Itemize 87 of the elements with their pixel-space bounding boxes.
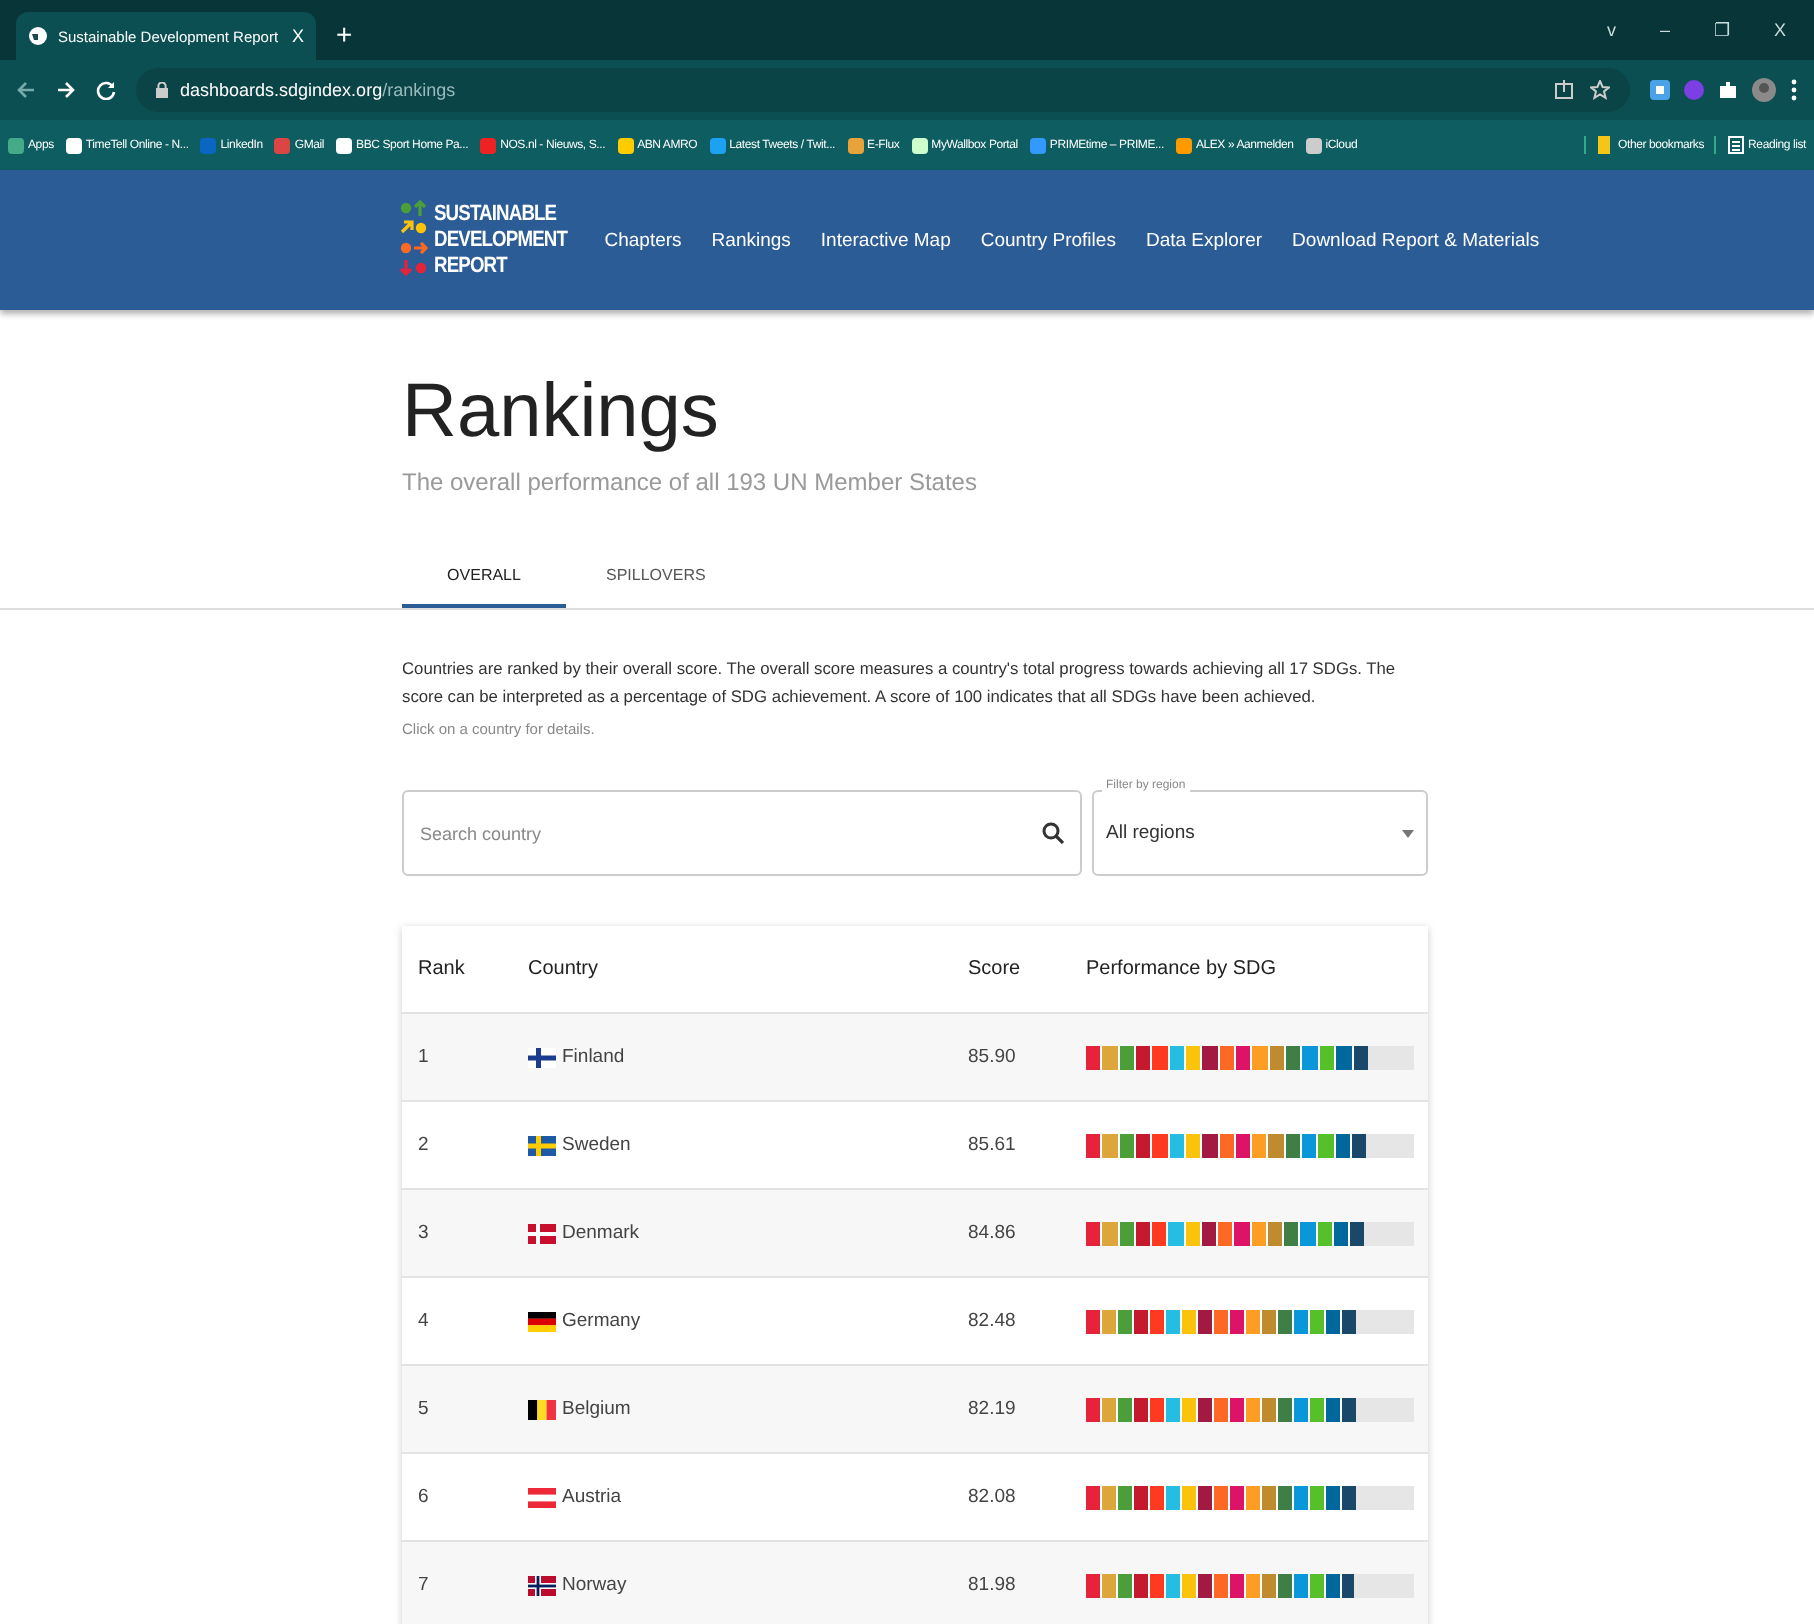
- score-cell-text: 82.19: [968, 1398, 1018, 1420]
- country-name[interactable]: Belgium: [562, 1398, 631, 1420]
- bookmark-icon: [617, 137, 634, 153]
- dropdown-caret-icon: [1402, 829, 1414, 837]
- bookmark-icon: [65, 137, 82, 153]
- back-arrow-icon[interactable]: [16, 80, 36, 100]
- score-cell-text: 85.61: [968, 1134, 1018, 1156]
- description-text: Countries are ranked by their overall score. The overall score measures a country's total progress towards achieving all 17 SDGs. The score can be interpreted as a percentage of SDG achievement. A score of 100 indicates that all SDGs have been achieved.: [402, 656, 1398, 710]
- reload-icon[interactable]: [96, 80, 116, 100]
- flag-icon: [528, 1575, 556, 1595]
- folder-icon: [1598, 136, 1615, 154]
- flag-icon: [528, 1047, 556, 1067]
- select-value: All regions: [1106, 822, 1195, 844]
- flag-icon: [528, 1399, 556, 1419]
- score-cell-text: 82.48: [968, 1310, 1018, 1332]
- column-header: Performance by SDG: [1086, 958, 1279, 980]
- lock-icon: [156, 82, 168, 98]
- window-control-button[interactable]: X: [1773, 20, 1786, 40]
- nav-link[interactable]: Interactive Map: [820, 229, 951, 251]
- table-row[interactable]: 3 Denmark 84.86: [402, 1190, 1428, 1278]
- rank-cell-text: 4: [416, 1310, 431, 1332]
- score-cell-text: 84.86: [968, 1222, 1018, 1244]
- bookmark-icon: [847, 137, 864, 153]
- table-row[interactable]: 1 Finland 85.90: [402, 1014, 1428, 1102]
- page-title: Rankings: [402, 368, 721, 458]
- bookmark-icon: [336, 137, 353, 153]
- list-icon: [1728, 136, 1745, 154]
- bookmark-icon: [8, 137, 24, 153]
- url-path: /rankings: [382, 80, 456, 100]
- window-control-button[interactable]: ❐: [1713, 20, 1730, 40]
- sdg-logo-icon: [400, 200, 428, 280]
- rank-cell-text: 5: [416, 1398, 431, 1420]
- bookmark-icon: [1029, 137, 1046, 153]
- menu-icon[interactable]: [1790, 78, 1798, 102]
- page-tab[interactable]: SPILLOVERS: [566, 546, 730, 608]
- rank-cell-text: 7: [416, 1574, 431, 1596]
- bookmark-icon: [200, 137, 217, 153]
- bookmark-icon: [1175, 137, 1192, 153]
- score-cell-text: 85.90: [968, 1046, 1018, 1068]
- search-field[interactable]: Search country: [402, 790, 1082, 876]
- column-header: Rank: [416, 958, 467, 980]
- nav-link[interactable]: Rankings: [711, 229, 791, 251]
- page-subtitle: The overall performance of all 193 UN Member States: [402, 468, 979, 496]
- nav-link[interactable]: Country Profiles: [980, 229, 1116, 251]
- page-tab[interactable]: OVERALL: [402, 546, 566, 608]
- country-name[interactable]: Norway: [562, 1574, 627, 1596]
- score-cell-text: 82.08: [968, 1486, 1018, 1508]
- country-name[interactable]: Germany: [562, 1310, 641, 1332]
- flag-icon: [528, 1311, 556, 1331]
- rank-cell-text: 6: [416, 1486, 431, 1508]
- search-icon: [1042, 822, 1064, 844]
- bookmark-icon: [274, 137, 291, 153]
- logo-text: REPORT: [434, 253, 510, 279]
- table-row[interactable]: 5 Belgium 82.19: [402, 1366, 1428, 1454]
- close-tab-button[interactable]: X: [291, 26, 304, 46]
- column-header: Country: [528, 958, 601, 980]
- nav-link[interactable]: Download Report & Materials: [1292, 229, 1540, 251]
- logo-text: DEVELOPMENT: [434, 227, 567, 253]
- flag-icon: [528, 1223, 556, 1243]
- nav-link[interactable]: Data Explorer: [1145, 229, 1263, 251]
- rank-cell-text: 3: [416, 1222, 431, 1244]
- score-cell-text: 81.98: [968, 1574, 1018, 1596]
- bookmark-icon: [1305, 137, 1322, 153]
- country-name[interactable]: Sweden: [562, 1134, 631, 1156]
- country-name[interactable]: Austria: [562, 1486, 622, 1508]
- star-icon[interactable]: [1590, 80, 1610, 100]
- window-control-button[interactable]: v: [1606, 20, 1616, 40]
- new-tab-button[interactable]: +: [316, 18, 373, 60]
- country-name[interactable]: Denmark: [562, 1222, 640, 1244]
- rank-cell-text: 2: [416, 1134, 431, 1156]
- country-name[interactable]: Finland: [562, 1046, 625, 1068]
- address-bar[interactable]: dashboards.sdgindex.org/rankings: [136, 68, 1630, 112]
- flag-icon: [528, 1135, 556, 1155]
- rank-cell-text: 1: [416, 1046, 431, 1068]
- flag-icon: [528, 1487, 556, 1507]
- share-icon[interactable]: [1554, 80, 1574, 100]
- column-header: Score: [968, 958, 1023, 980]
- window-control-button[interactable]: –: [1659, 20, 1670, 40]
- forward-arrow-icon[interactable]: [56, 80, 76, 100]
- nav-link[interactable]: Chapters: [604, 229, 682, 251]
- bookmark-icon: [709, 137, 726, 153]
- bookmark-icon: [911, 137, 928, 153]
- bookmark-icon: [480, 137, 497, 153]
- url-host: dashboards.sdgindex.org: [180, 80, 383, 100]
- avatar-icon[interactable]: [1752, 78, 1776, 102]
- logo-text: SUSTAINABLE: [434, 201, 559, 227]
- table-row[interactable]: 7 Norway 81.98: [402, 1542, 1428, 1624]
